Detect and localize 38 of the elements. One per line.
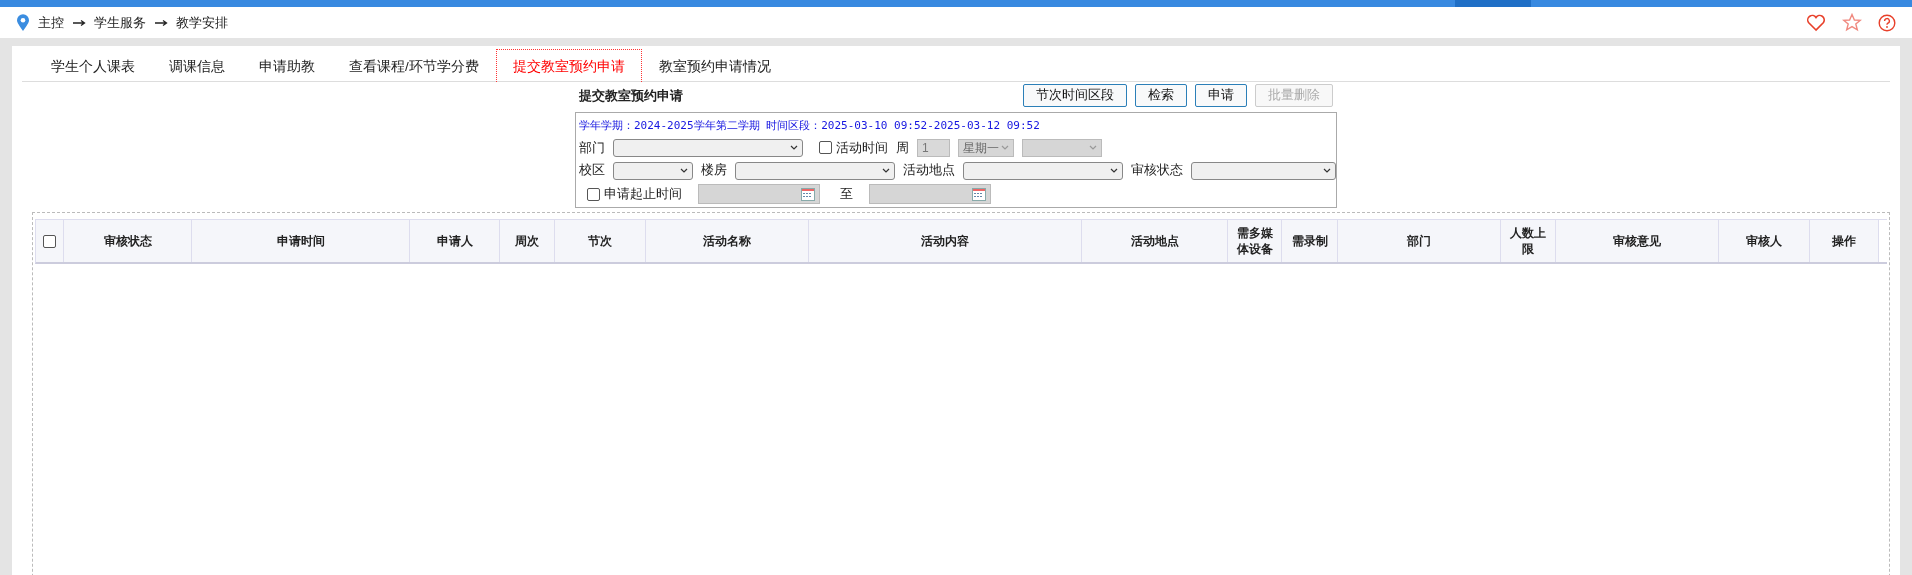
field-label: 审核状态	[1131, 162, 1183, 180]
column-header: 活动地点	[1082, 220, 1228, 262]
breadcrumb-link[interactable]: 学生服务	[94, 12, 146, 33]
column-header: 需多媒体设备	[1228, 220, 1282, 262]
field-label: 楼房	[701, 162, 727, 180]
checkbox-label: 申请起止时间	[604, 185, 682, 203]
form-button[interactable]: 申请	[1195, 84, 1247, 107]
column-header: 人数上限	[1501, 220, 1556, 262]
form-title: 提交教室预约申请	[579, 86, 683, 105]
tab[interactable]: 教室预约申请情况	[641, 49, 788, 82]
column-header: 审核人	[1719, 220, 1810, 262]
field-label: 至	[840, 185, 853, 203]
form-button[interactable]: 检索	[1135, 84, 1187, 107]
column-header: 审核意见	[1556, 220, 1719, 262]
tab[interactable]: 提交教室预约申请	[495, 49, 642, 82]
tab[interactable]: 申请助教	[242, 49, 332, 82]
column-header: 申请时间	[192, 220, 410, 262]
column-header: 申请人	[410, 220, 500, 262]
column-header: 活动内容	[809, 220, 1082, 262]
breadcrumb-link[interactable]: 教学安排	[176, 12, 228, 33]
tab[interactable]: 查看课程/环节学分费	[332, 49, 496, 82]
tab[interactable]: 学生个人课表	[34, 49, 152, 82]
tab[interactable]: 调课信息	[152, 49, 242, 82]
column-header: 周次	[500, 220, 555, 262]
field-label: 周	[896, 139, 909, 157]
form-button[interactable]: 节次时间区段	[1023, 84, 1127, 107]
breadcrumb-link[interactable]: 主控	[38, 12, 64, 33]
field-label: 校区	[579, 162, 605, 180]
column-header: 节次	[555, 220, 646, 262]
field-label: 活动地点	[903, 162, 955, 180]
column-header: 操作	[1810, 220, 1879, 262]
column-header: 部门	[1338, 220, 1501, 262]
column-header: 活动名称	[646, 220, 809, 262]
term-info: 学年学期：2024-2025学年第二学期 时间区段：2025-03-10 09:52-2025-03-12 09:52	[579, 118, 1041, 134]
field-label: 部门	[579, 139, 605, 157]
column-header: 需录制	[1282, 220, 1338, 262]
checkbox-label: 活动时间	[836, 139, 888, 157]
column-header: 审核状态	[64, 220, 192, 262]
